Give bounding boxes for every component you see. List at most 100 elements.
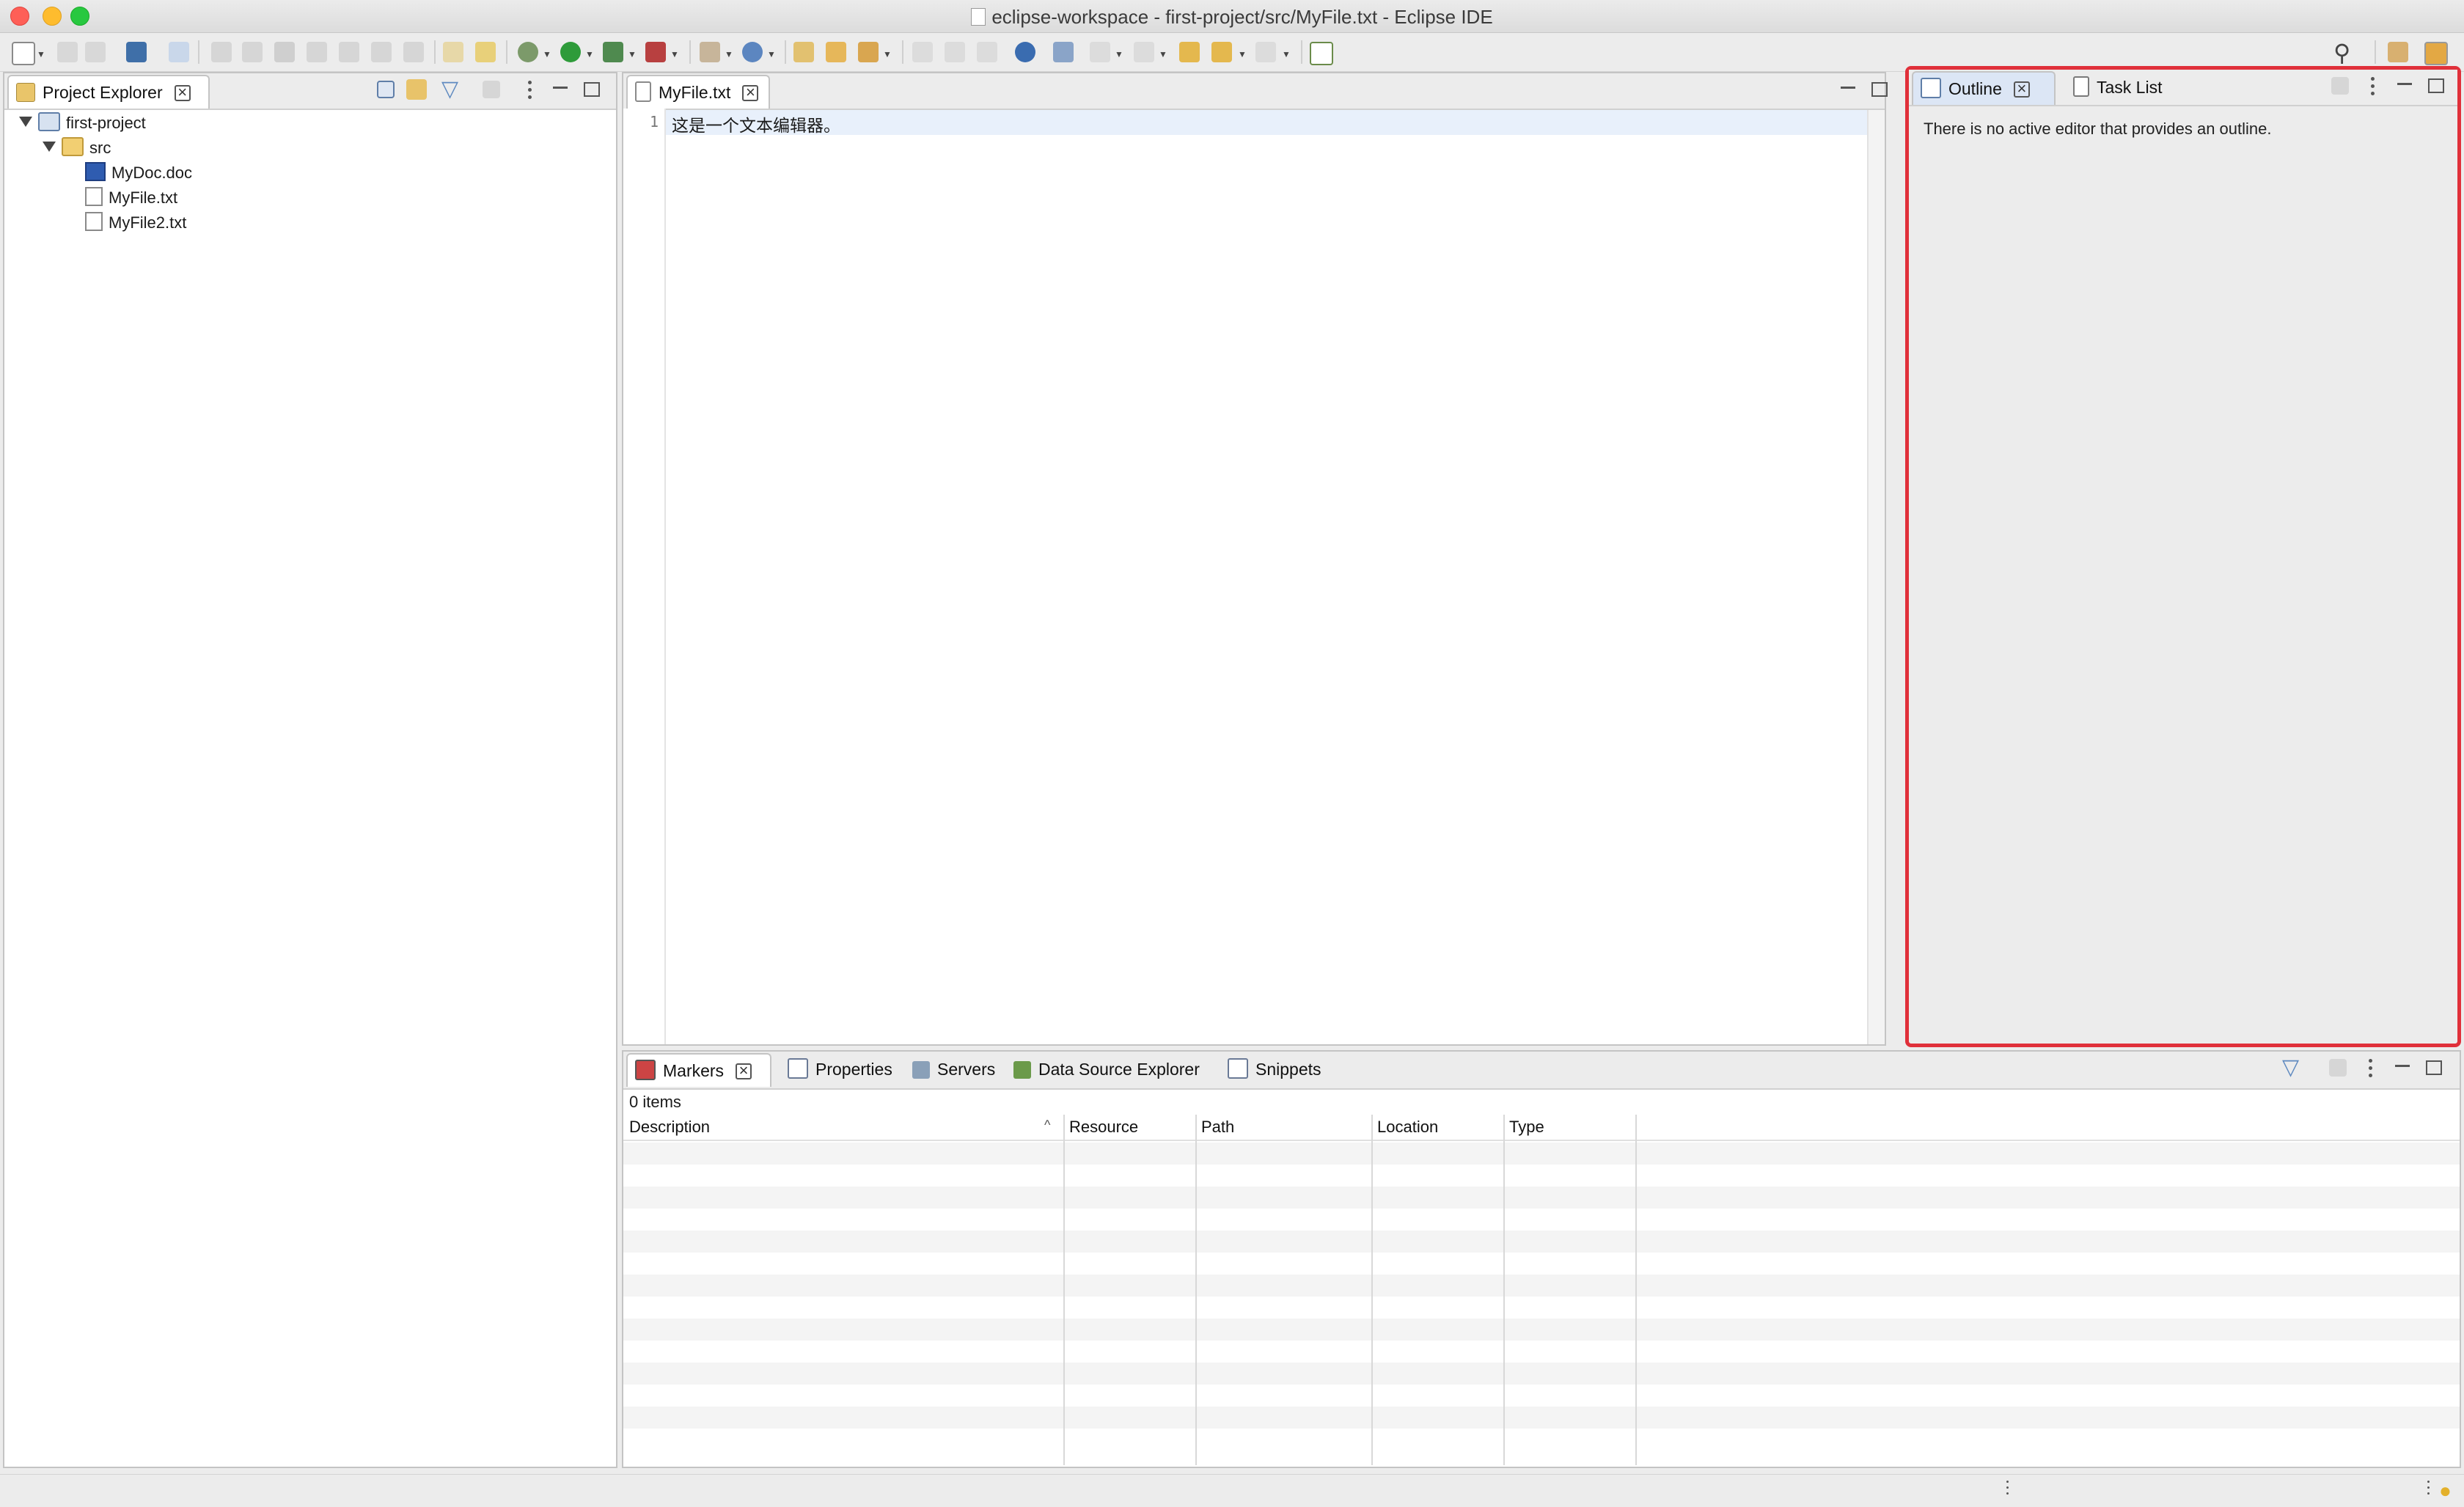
perspective-icon[interactable] bbox=[2388, 42, 2408, 62]
close-icon[interactable]: × bbox=[2013, 81, 2030, 98]
coverage-icon[interactable] bbox=[603, 42, 623, 62]
forward-icon[interactable] bbox=[1255, 42, 1276, 62]
tab-task-list[interactable]: Task List bbox=[2066, 71, 2174, 103]
overview-ruler[interactable] bbox=[1867, 110, 1885, 1044]
view-menu-icon[interactable] bbox=[2371, 76, 2375, 96]
next-annotation-icon[interactable] bbox=[1090, 42, 1110, 62]
tree-item-project[interactable]: first-project bbox=[19, 111, 146, 135]
column-divider[interactable] bbox=[1635, 1115, 1637, 1465]
column-resource[interactable]: Resource bbox=[1063, 1115, 1138, 1140]
expand-arrow-icon[interactable] bbox=[43, 142, 56, 152]
back-icon[interactable] bbox=[1211, 42, 1232, 62]
external-tools-icon[interactable] bbox=[645, 42, 666, 62]
tab-project-explorer[interactable]: Project Explorer × bbox=[7, 75, 210, 109]
tree-item-file[interactable]: MyFile2.txt bbox=[85, 211, 186, 235]
tab-markers[interactable]: Markers × bbox=[626, 1053, 771, 1087]
suspend-icon[interactable] bbox=[242, 42, 263, 62]
search-tool-icon[interactable] bbox=[858, 42, 879, 62]
tree-item-src[interactable]: src bbox=[43, 136, 111, 160]
expand-arrow-icon[interactable] bbox=[19, 117, 32, 127]
disconnect-icon[interactable] bbox=[307, 42, 327, 62]
skip-breakpoints-icon[interactable] bbox=[169, 42, 189, 62]
filter-icon[interactable]: ▽ bbox=[441, 76, 458, 102]
tab-myfile-txt[interactable]: MyFile.txt × bbox=[626, 75, 770, 109]
tree-item-file[interactable]: MyDoc.doc bbox=[85, 161, 192, 185]
focus-icon[interactable] bbox=[2329, 1059, 2347, 1077]
markers-table: Description ^ Resource Path Location Typ… bbox=[623, 1115, 2460, 1467]
step-return-icon[interactable] bbox=[403, 42, 424, 62]
view-menu-icon[interactable] bbox=[528, 79, 532, 100]
show-whitespace-icon[interactable] bbox=[977, 42, 997, 62]
column-path[interactable]: Path bbox=[1195, 1115, 1234, 1140]
open-folder-icon[interactable] bbox=[826, 42, 846, 62]
run-icon[interactable] bbox=[560, 42, 581, 62]
tab-label: Project Explorer bbox=[43, 83, 163, 102]
terminal-icon[interactable] bbox=[126, 42, 147, 62]
column-description[interactable]: Description bbox=[623, 1115, 1062, 1140]
word-document-icon bbox=[85, 162, 106, 181]
column-divider[interactable] bbox=[1503, 1115, 1505, 1465]
minimize-icon[interactable] bbox=[2395, 1065, 2410, 1067]
filter-icon[interactable]: ▽ bbox=[2282, 1055, 2299, 1080]
tab-servers[interactable]: Servers bbox=[905, 1053, 1005, 1085]
last-edit-icon[interactable] bbox=[1179, 42, 1200, 62]
open-type-icon[interactable] bbox=[793, 42, 814, 62]
editor-panel: MyFile.txt × 1 这是一个文本编辑器。 bbox=[622, 72, 1888, 1046]
tab-label: Markers bbox=[663, 1061, 725, 1080]
java-ee-perspective-icon[interactable] bbox=[2424, 42, 2448, 65]
new-server-icon[interactable] bbox=[700, 42, 720, 62]
open-perspective-icon[interactable] bbox=[1310, 42, 1333, 65]
save-icon[interactable] bbox=[57, 42, 78, 62]
maximize-icon[interactable] bbox=[1871, 82, 1888, 97]
terminate-icon[interactable] bbox=[274, 42, 295, 62]
tab-label: Snippets bbox=[1255, 1060, 1321, 1079]
view-menu-icon[interactable] bbox=[2369, 1057, 2372, 1078]
toggle-comment-icon[interactable] bbox=[443, 42, 463, 62]
tree-item-label: MyFile2.txt bbox=[109, 213, 187, 232]
line-number-gutter bbox=[623, 109, 666, 1044]
tab-outline[interactable]: Outline × bbox=[1912, 71, 2056, 105]
tab-properties[interactable]: Properties bbox=[780, 1053, 902, 1085]
minimize-icon[interactable] bbox=[1841, 87, 1855, 89]
tab-data-source-explorer[interactable]: Data Source Explorer bbox=[1006, 1053, 1219, 1085]
close-icon[interactable]: × bbox=[174, 84, 191, 101]
block-selection-icon[interactable] bbox=[945, 42, 965, 62]
globe-icon[interactable] bbox=[1015, 42, 1035, 62]
debug-icon[interactable] bbox=[518, 42, 538, 62]
previous-annotation-icon[interactable] bbox=[1134, 42, 1154, 62]
tip-lightbulb-icon[interactable]: ● bbox=[2439, 1479, 2452, 1503]
column-location[interactable]: Location bbox=[1371, 1115, 1438, 1140]
link-with-editor-icon[interactable] bbox=[406, 79, 427, 100]
new-icon[interactable] bbox=[12, 42, 35, 65]
web-service-icon[interactable] bbox=[742, 42, 763, 62]
close-icon[interactable]: × bbox=[742, 84, 759, 101]
column-divider[interactable] bbox=[1063, 1115, 1065, 1465]
column-type[interactable]: Type bbox=[1503, 1115, 1544, 1140]
tab-label: Outline bbox=[1948, 79, 2002, 98]
tab-snippets[interactable]: Snippets bbox=[1220, 1053, 1330, 1085]
column-divider[interactable] bbox=[1371, 1115, 1373, 1465]
focus-icon[interactable] bbox=[2331, 77, 2349, 95]
step-into-icon[interactable] bbox=[339, 42, 359, 62]
task-list-icon bbox=[2073, 76, 2089, 97]
markers-count: 0 items bbox=[629, 1093, 681, 1111]
collapse-all-icon[interactable] bbox=[377, 81, 395, 98]
step-over-icon[interactable] bbox=[371, 42, 392, 62]
maximize-icon[interactable] bbox=[2426, 1060, 2442, 1075]
search-icon[interactable]: ⚲ bbox=[2333, 39, 2350, 67]
column-divider[interactable] bbox=[1195, 1115, 1197, 1465]
save-all-icon[interactable] bbox=[85, 42, 106, 62]
maximize-icon[interactable] bbox=[584, 82, 600, 97]
mark-occurrences-icon[interactable] bbox=[912, 42, 933, 62]
launch-icon[interactable] bbox=[1053, 42, 1074, 62]
editor-text[interactable]: 这是一个文本编辑器。 bbox=[672, 111, 840, 136]
maximize-icon[interactable] bbox=[2428, 78, 2444, 93]
minimize-icon[interactable] bbox=[2397, 83, 2412, 85]
focus-icon[interactable] bbox=[483, 81, 500, 98]
minimize-icon[interactable] bbox=[553, 87, 568, 89]
edit-icon[interactable] bbox=[475, 42, 496, 62]
resume-icon[interactable] bbox=[211, 42, 232, 62]
tree-item-file[interactable]: MyFile.txt bbox=[85, 186, 177, 210]
close-icon[interactable]: × bbox=[736, 1063, 752, 1079]
document-icon bbox=[971, 8, 986, 26]
